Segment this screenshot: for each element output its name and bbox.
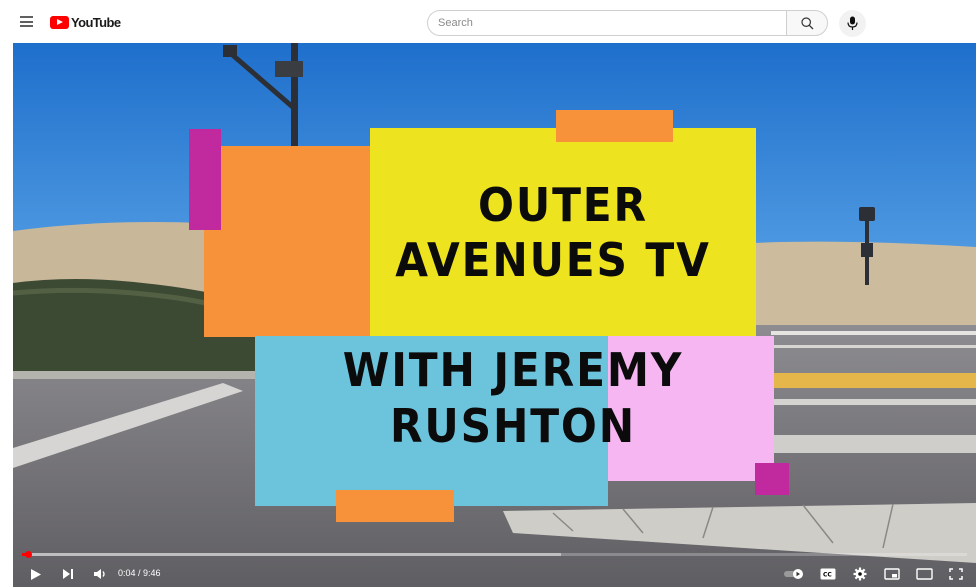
search-box [427,10,807,36]
play-icon [31,568,41,580]
settings-button[interactable] [847,561,873,587]
autoplay-toggle-icon [784,569,803,579]
youtube-wordmark: YouTube [71,15,121,30]
captions-icon: CC [820,568,836,580]
video-title-line-4: RUSHTON [389,399,636,453]
magenta-tab-left [189,129,221,230]
voice-search-button[interactable] [839,10,866,37]
miniplayer-button[interactable] [879,561,905,587]
orange-tab-bottom [336,490,454,522]
settings-gear-icon [853,567,867,581]
miniplayer-icon [884,568,900,580]
theater-mode-button[interactable] [911,561,937,587]
video-player[interactable]: OUTER AVENUES TV WITH JEREMY RUSHTON 0:0… [13,43,976,587]
next-icon [63,569,73,579]
fullscreen-icon [949,568,963,580]
youtube-play-logo-icon [50,16,69,29]
time-display: 0:04 / 9:46 [118,568,161,578]
next-button[interactable] [55,561,81,587]
magenta-square [755,463,789,495]
search-button[interactable] [786,10,828,36]
fullscreen-button[interactable] [943,561,969,587]
mute-button[interactable] [87,561,113,587]
svg-text:CC: CC [823,572,832,579]
volume-icon [94,569,105,579]
captions-button[interactable]: CC [815,561,841,587]
video-title-line-3: WITH JEREMY [342,343,684,397]
play-button[interactable] [23,561,49,587]
video-frame [13,43,976,587]
video-title-line-1: OUTER [478,178,648,232]
orange-tab-top [556,110,673,142]
masthead: YouTube [0,0,976,44]
yellow-block [370,128,756,336]
video-title-line-2: AVENUES TV [395,233,711,287]
youtube-logo[interactable]: YouTube [50,15,121,30]
autoplay-toggle[interactable] [781,561,807,587]
hamburger-menu-icon[interactable] [20,16,33,27]
search-input[interactable] [428,11,807,35]
progress-buffer [22,553,561,556]
magnifier-icon [801,17,814,30]
microphone-icon [847,16,858,30]
progress-bar[interactable] [22,551,967,558]
player-controls: 0:04 / 9:46 CC [13,561,976,587]
theater-mode-icon [915,568,933,580]
